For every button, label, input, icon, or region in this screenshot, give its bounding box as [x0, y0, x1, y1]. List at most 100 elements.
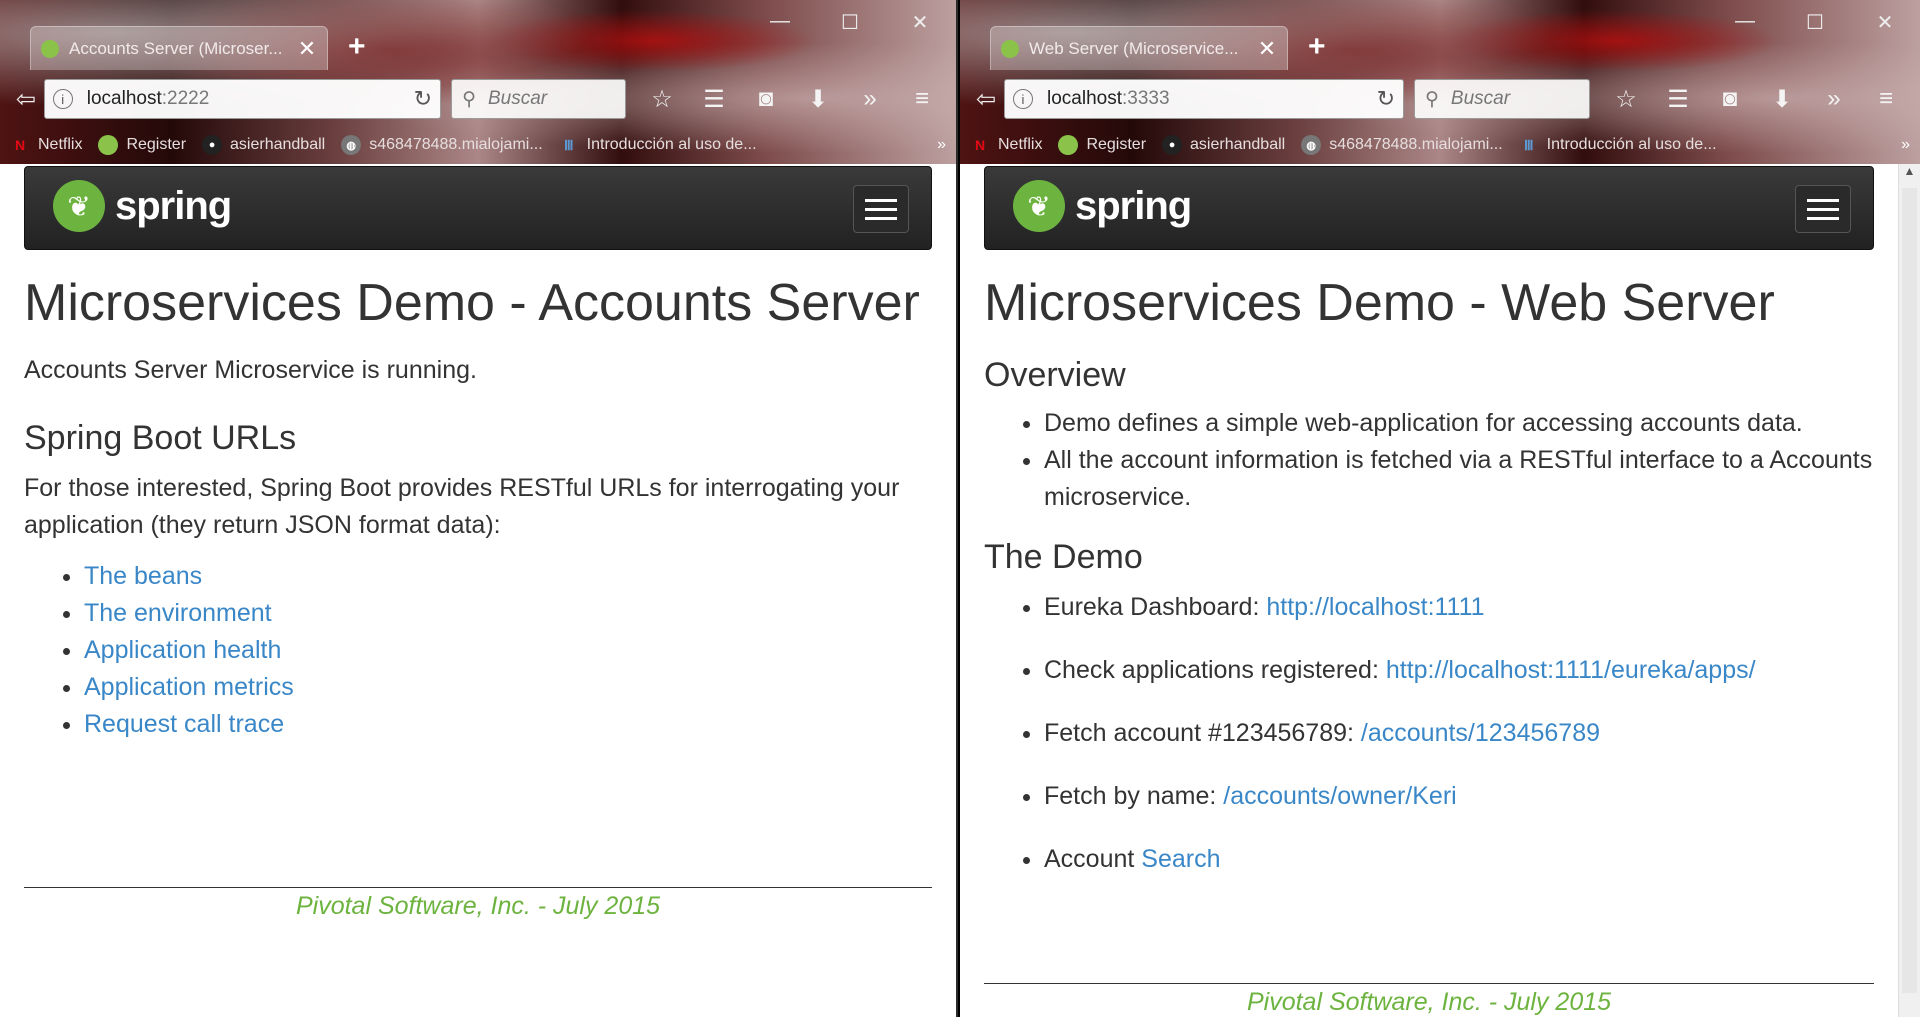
- bookmark-mialojamiento[interactable]: ◍ s468478488.mialojami...: [1301, 135, 1503, 155]
- new-tab-icon[interactable]: +: [348, 30, 366, 64]
- section-description: For those interested, Spring Boot provid…: [24, 474, 900, 539]
- list-item: Application health: [84, 632, 932, 669]
- toolbar-buttons: ☆ ☰ ◙ ⬇ » ≡: [1600, 85, 1912, 114]
- address-bar[interactable]: i localhost:3333 ↻: [1004, 79, 1404, 119]
- bookmarks-overflow-icon[interactable]: »: [937, 136, 946, 154]
- bookmark-introduccion[interactable]: Ⅲ Introducción al uso de...: [1519, 135, 1717, 155]
- spring-logo[interactable]: ❦ spring: [1013, 180, 1192, 232]
- list-item: The environment: [84, 595, 932, 632]
- page-title: Microservices Demo - Web Server: [984, 274, 1775, 332]
- list-item: Demo defines a simple web-application fo…: [1044, 405, 1874, 442]
- hamburger-menu-icon[interactable]: [853, 185, 909, 233]
- maximize-icon[interactable]: ☐: [1780, 10, 1850, 35]
- list-item: Account Search: [1044, 841, 1874, 878]
- overflow-chevron-icon[interactable]: »: [1808, 85, 1860, 114]
- list-item: Fetch account #123456789: /accounts/1234…: [1044, 715, 1874, 752]
- spring-favicon-icon: [41, 39, 59, 58]
- menu-icon[interactable]: ≡: [896, 85, 948, 114]
- download-icon[interactable]: ⬇: [1756, 85, 1808, 114]
- close-window-icon[interactable]: ✕: [885, 10, 955, 35]
- navigation-toolbar: ⇦ i localhost:2222 ↻ ⚲ Buscar ☆ ☰ ◙ ⬇ » …: [0, 72, 956, 126]
- close-tab-icon[interactable]: ✕: [1257, 36, 1277, 62]
- bookmark-mialojamiento[interactable]: ◍ s468478488.mialojami...: [341, 135, 543, 155]
- spring-leaf-icon: ❦: [53, 180, 105, 232]
- bookmarks-bar: N Netflix Register ● asierhandball ◍ s46847…: [0, 130, 956, 160]
- menu-icon[interactable]: ≡: [1860, 85, 1912, 114]
- browser-tab[interactable]: Web Server (Microservice... ✕: [990, 26, 1288, 70]
- metrics-link[interactable]: Application metrics: [84, 673, 294, 701]
- back-arrow-icon[interactable]: ⇦: [968, 81, 1004, 117]
- vertical-scrollbar[interactable]: ▲: [1898, 164, 1920, 1017]
- page-content: ❦ spring Microservices Demo - Web Server…: [960, 164, 1898, 1017]
- globe-icon: ◍: [1301, 135, 1322, 155]
- reload-icon[interactable]: ↻: [1377, 86, 1395, 112]
- list-item: The beans: [84, 558, 932, 595]
- navigation-toolbar: ⇦ i localhost:3333 ↻ ⚲ Buscar ☆ ☰ ◙ ⬇ » …: [960, 72, 1920, 126]
- close-window-icon[interactable]: ✕: [1850, 10, 1920, 35]
- pocket-icon[interactable]: ◙: [1704, 85, 1756, 114]
- list-item: Request call trace: [84, 706, 932, 743]
- tab-title: Accounts Server (Microser...: [69, 38, 283, 58]
- university-icon: Ⅲ: [563, 136, 574, 153]
- bookmark-introduccion[interactable]: Ⅲ Introducción al uso de...: [559, 135, 757, 155]
- pocket-icon[interactable]: ◙: [740, 85, 792, 114]
- browser-tab[interactable]: Accounts Server (Microser... ✕: [30, 26, 328, 70]
- environment-link[interactable]: The environment: [84, 599, 272, 627]
- eureka-apps-link[interactable]: http://localhost:1111/eureka/apps/: [1386, 656, 1756, 684]
- browser-window-left: Accounts Server (Microser... ✕ + — ☐ ✕ ⇦…: [0, 0, 958, 1017]
- scroll-up-icon[interactable]: ▲: [1899, 164, 1920, 186]
- bookmark-register[interactable]: Register: [1058, 135, 1146, 155]
- spring-navbar: ❦ spring: [984, 166, 1874, 250]
- search-placeholder: Buscar: [488, 88, 548, 109]
- bookmark-star-icon[interactable]: ☆: [636, 85, 688, 114]
- account-search-link[interactable]: Search: [1141, 845, 1220, 873]
- back-arrow-icon[interactable]: ⇦: [8, 81, 44, 117]
- search-input[interactable]: ⚲ Buscar: [1414, 79, 1590, 119]
- maximize-icon[interactable]: ☐: [815, 10, 885, 35]
- demo-list: Eureka Dashboard: http://localhost:1111 …: [1044, 589, 1874, 878]
- new-tab-icon[interactable]: +: [1308, 30, 1326, 64]
- bookmark-netflix[interactable]: N Netflix: [10, 135, 83, 155]
- list-item: All the account information is fetched v…: [1044, 442, 1874, 516]
- minimize-icon[interactable]: —: [745, 10, 815, 35]
- university-icon: Ⅲ: [1523, 136, 1534, 153]
- reload-icon[interactable]: ↻: [414, 86, 432, 112]
- minimize-icon[interactable]: —: [1710, 10, 1780, 35]
- eureka-dashboard-link[interactable]: http://localhost:1111: [1266, 593, 1484, 621]
- fetch-account-link[interactable]: /accounts/123456789: [1361, 719, 1600, 747]
- address-bar[interactable]: i localhost:2222 ↻: [43, 79, 442, 119]
- beans-link[interactable]: The beans: [84, 562, 202, 590]
- bookmarks-overflow-icon[interactable]: »: [1901, 136, 1910, 154]
- site-info-icon[interactable]: i: [52, 89, 73, 109]
- fetch-by-name-link[interactable]: /accounts/owner/Keri: [1223, 782, 1456, 810]
- bookmark-asierhandball[interactable]: ● asierhandball: [202, 135, 325, 155]
- page-content: ❦ spring Microservices Demo - Accounts S…: [0, 164, 956, 1017]
- main-content: Microservices Demo - Accounts Server Acc…: [24, 274, 932, 743]
- github-icon: ●: [202, 135, 223, 155]
- reading-list-icon[interactable]: ☰: [688, 85, 740, 114]
- reading-list-icon[interactable]: ☰: [1652, 85, 1704, 114]
- window-controls: — ☐ ✕: [1710, 10, 1920, 35]
- overflow-chevron-icon[interactable]: »: [844, 85, 896, 114]
- bookmark-netflix[interactable]: N Netflix: [970, 135, 1043, 155]
- tab-title: Web Server (Microservice...: [1029, 38, 1239, 58]
- download-icon[interactable]: ⬇: [792, 85, 844, 114]
- health-link[interactable]: Application health: [84, 636, 281, 664]
- search-icon: ⚲: [462, 88, 476, 110]
- spring-logo[interactable]: ❦ spring: [53, 180, 232, 232]
- browser-chrome: Accounts Server (Microser... ✕ + — ☐ ✕ ⇦…: [0, 0, 956, 164]
- trace-link[interactable]: Request call trace: [84, 710, 284, 738]
- hamburger-menu-icon[interactable]: [1795, 185, 1851, 233]
- scrollbar-thumb[interactable]: [1902, 188, 1917, 993]
- search-input[interactable]: ⚲ Buscar: [451, 79, 626, 119]
- logo-text: spring: [115, 183, 232, 228]
- spring-boot-links: The beans The environment Application he…: [84, 558, 932, 743]
- site-info-icon[interactable]: i: [1013, 89, 1033, 109]
- bookmark-asierhandball[interactable]: ● asierhandball: [1162, 135, 1285, 155]
- bookmark-register[interactable]: Register: [98, 135, 186, 155]
- close-tab-icon[interactable]: ✕: [297, 36, 317, 62]
- search-icon: ⚲: [1425, 88, 1439, 110]
- bookmarks-bar: N Netflix Register ● asierhandball ◍ s46847…: [960, 130, 1920, 160]
- search-placeholder: Buscar: [1450, 88, 1511, 109]
- bookmark-star-icon[interactable]: ☆: [1600, 85, 1652, 114]
